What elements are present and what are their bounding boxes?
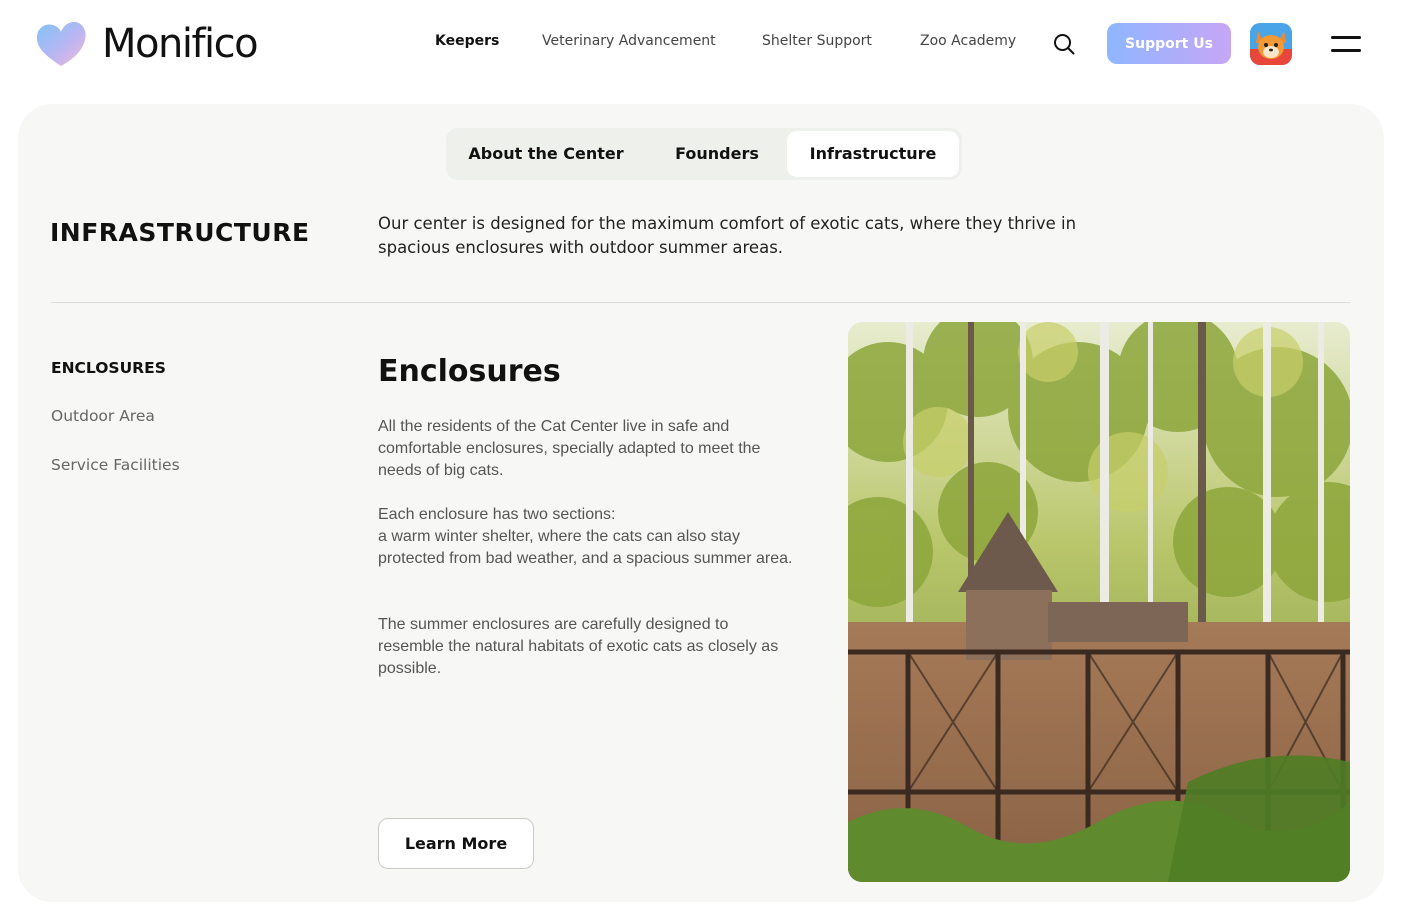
content-paragraph-1: All the residents of the Cat Center live…: [378, 418, 761, 479]
avatar[interactable]: [1250, 23, 1292, 65]
nav-shelter-support[interactable]: Shelter Support: [762, 33, 872, 49]
sidebar-item-service-facilities[interactable]: Service Facilities: [51, 456, 180, 474]
site-header: Monifico Keepers Veterinary Advancement …: [0, 0, 1402, 90]
section-title: INFRASTRUCTURE: [50, 218, 310, 247]
content-title: Enclosures: [378, 354, 561, 389]
divider: [51, 302, 1350, 303]
tab-about-the-center[interactable]: About the Center: [446, 128, 646, 180]
nav-veterinary-advancement[interactable]: Veterinary Advancement: [542, 33, 716, 49]
logo[interactable]: Monifico: [34, 20, 259, 68]
section-intro: Our center is designed for the maximum c…: [378, 214, 1077, 257]
sidebar-item-enclosures[interactable]: ENCLOSURES: [51, 359, 166, 377]
tab-bar: About the Center Founders Infrastructure: [446, 128, 962, 180]
enclosure-photo: [848, 322, 1350, 882]
content-paragraph-3: The summer enclosures are carefully desi…: [378, 616, 779, 677]
nav-zoo-academy[interactable]: Zoo Academy: [920, 33, 1016, 49]
hamburger-menu-icon[interactable]: [1331, 34, 1361, 54]
nav-keepers[interactable]: Keepers: [435, 33, 499, 49]
brand-name: Monifico: [102, 21, 259, 67]
fox-avatar-icon: [1250, 23, 1292, 65]
tab-founders[interactable]: Founders: [646, 128, 788, 180]
learn-more-button[interactable]: Learn More: [378, 818, 534, 869]
heart-logo-icon: [36, 21, 86, 66]
sidebar-item-outdoor-area[interactable]: Outdoor Area: [51, 407, 155, 425]
content-paragraph-2: Each enclosure has two sections: a warm …: [378, 506, 793, 567]
search-icon[interactable]: [1052, 32, 1076, 56]
support-us-button[interactable]: Support Us: [1107, 23, 1231, 64]
tab-infrastructure[interactable]: Infrastructure: [787, 131, 959, 177]
